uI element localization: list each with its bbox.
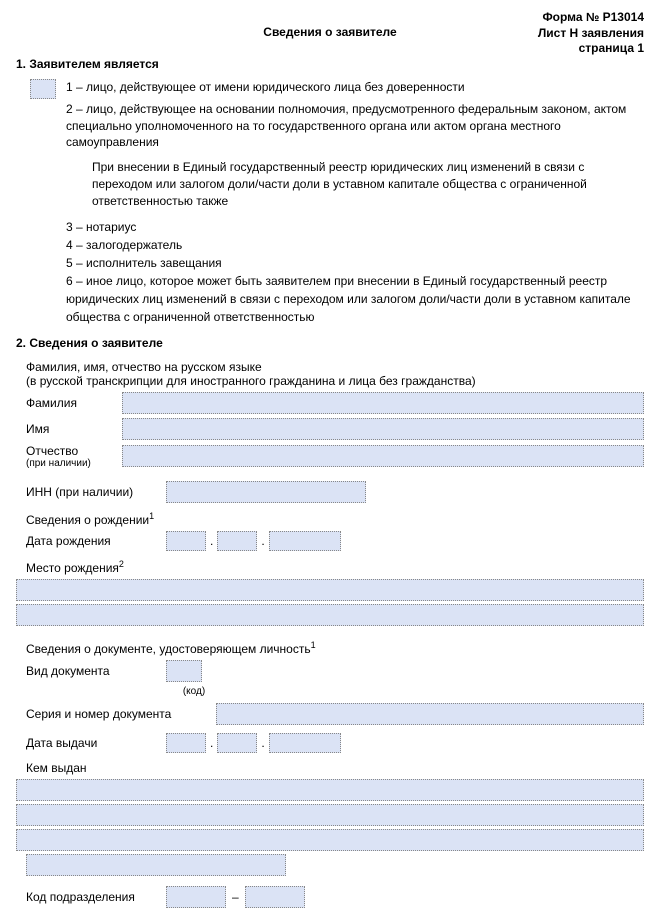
birth-month-input[interactable] — [217, 531, 257, 551]
birth-year-input[interactable] — [269, 531, 341, 551]
section1-heading: 1. Заявителем является — [16, 57, 644, 71]
patronymic-label: Отчество — [26, 444, 122, 458]
firstname-input[interactable] — [122, 418, 644, 440]
dash-separator: – — [232, 890, 239, 904]
patronymic-input[interactable] — [122, 445, 644, 467]
doc-serial-input[interactable] — [216, 703, 644, 725]
doc-serial-label: Серия и номер документа — [26, 707, 216, 721]
footnote-1: 1 — [149, 511, 154, 521]
birth-place-input-2[interactable] — [16, 604, 644, 626]
form-number: Форма № Р13014 — [16, 10, 644, 26]
birth-day-input[interactable] — [166, 531, 206, 551]
doc-type-label: Вид документа — [26, 664, 166, 678]
inn-input[interactable] — [166, 481, 366, 503]
issued-by-label: Кем выдан — [26, 761, 644, 775]
birth-date-label: Дата рождения — [26, 534, 166, 548]
code-hint: (код) — [176, 686, 212, 697]
issue-year-input[interactable] — [269, 733, 341, 753]
section2-heading: 2. Сведения о заявителе — [16, 336, 644, 350]
page-label: страница 1 — [16, 41, 644, 57]
doc-type-input[interactable] — [166, 660, 202, 682]
doc-heading: Сведения о документе, удостоверяющем лич… — [26, 642, 311, 656]
patronymic-hint: (при наличии) — [26, 458, 122, 469]
dept-code-input-2[interactable] — [245, 886, 305, 908]
option-2-text: 2 – лицо, действующее на основании полно… — [66, 101, 644, 151]
surname-input[interactable] — [122, 392, 644, 414]
option-5-text: 5 – исполнитель завещания — [66, 254, 644, 272]
birth-place-input-1[interactable] — [16, 579, 644, 601]
birth-place-label: Место рождения — [26, 561, 119, 575]
dept-code-input-1[interactable] — [166, 886, 226, 908]
footnote-2: 2 — [119, 559, 124, 569]
option-3-text: 3 – нотариус — [66, 218, 644, 236]
name-sub: (в русской транскрипции для иностранного… — [26, 374, 644, 388]
inn-label: ИНН (при наличии) — [26, 485, 166, 499]
dept-code-label: Код подразделения — [26, 890, 166, 904]
surname-label: Фамилия — [26, 396, 122, 410]
issue-day-input[interactable] — [166, 733, 206, 753]
issued-by-input-4[interactable] — [26, 854, 286, 876]
section1-note: При внесении в Единый государственный ре… — [92, 159, 644, 209]
footnote-1b: 1 — [311, 640, 316, 650]
firstname-label: Имя — [26, 422, 122, 436]
applicant-type-input[interactable] — [30, 79, 56, 99]
issued-by-input-3[interactable] — [16, 829, 644, 851]
option-6-text: 6 – иное лицо, которое может быть заявит… — [66, 272, 644, 326]
issue-date-label: Дата выдачи — [26, 736, 166, 750]
option-1-text: 1 – лицо, действующее от имени юридическ… — [66, 79, 644, 96]
issued-by-input-1[interactable] — [16, 779, 644, 801]
birth-heading: Сведения о рождении — [26, 513, 149, 527]
issued-by-input-2[interactable] — [16, 804, 644, 826]
issue-month-input[interactable] — [217, 733, 257, 753]
name-intro: Фамилия, имя, отчество на русском языке — [26, 360, 644, 374]
option-4-text: 4 – залогодержатель — [66, 236, 644, 254]
